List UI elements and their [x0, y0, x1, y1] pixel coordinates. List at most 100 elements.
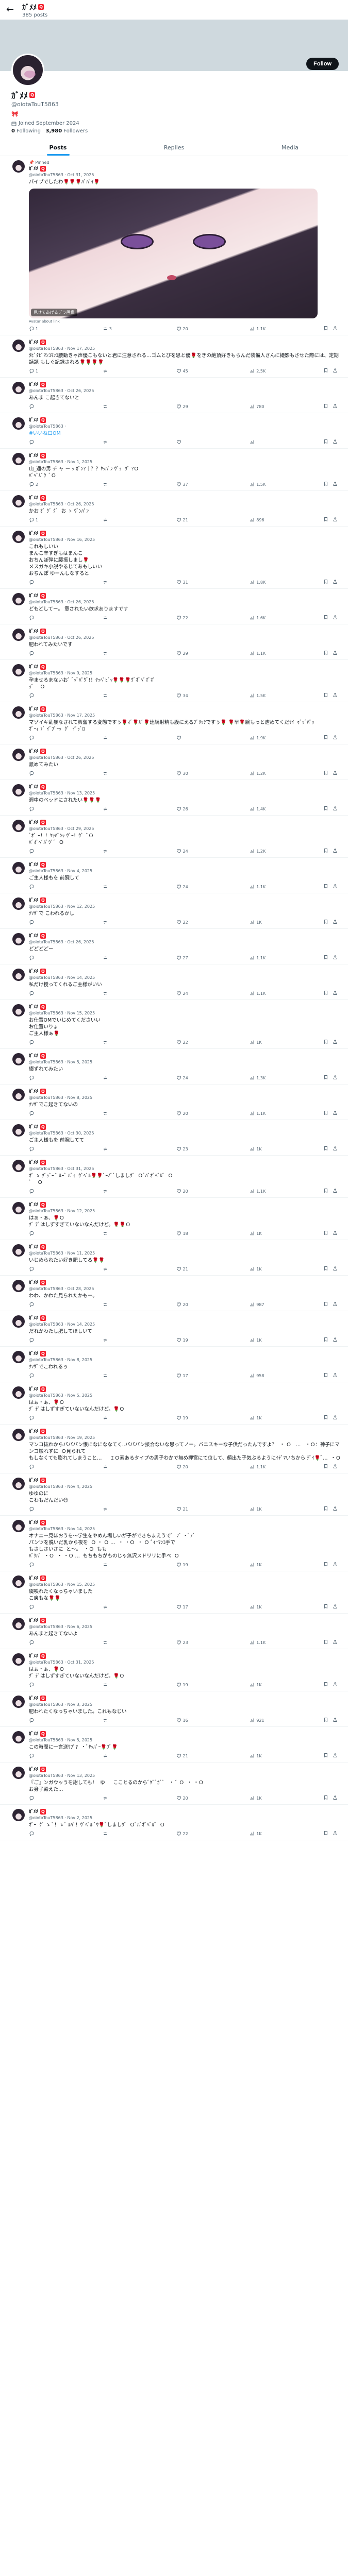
bookmark-button[interactable] [323, 1717, 328, 1723]
post-author[interactable]: ｶﾞﾒﾒ Q [29, 1089, 341, 1095]
repost-button[interactable] [103, 1640, 128, 1645]
post[interactable]: ｶﾞﾒﾒ Q @oiotaTouT5863 · Oct 28, 2025 わわ、かわ… [0, 1276, 348, 1311]
post[interactable]: ｶﾞﾒﾒ Q @oiotaTouT5863 · Oct 31, 2025 ｵﾞ ゝ … [0, 1156, 348, 1198]
bookmark-button[interactable] [323, 1188, 328, 1194]
like-button[interactable]: 26 [176, 806, 202, 811]
avatar[interactable] [12, 706, 25, 719]
reply-button[interactable]: 1 [29, 517, 55, 522]
reply-button[interactable] [29, 1506, 55, 1512]
share-button[interactable] [333, 806, 338, 812]
bookmark-button[interactable] [323, 955, 328, 961]
like-button[interactable]: 20 [176, 1464, 202, 1469]
views-button[interactable]: 1K [250, 1831, 275, 1836]
post[interactable]: ｶﾞﾒﾒ Q @oiotaTouT5863 · Nov 14, 2025 オナニー見… [0, 1516, 348, 1571]
bookmark-button[interactable] [323, 1831, 328, 1837]
like-button[interactable]: 31 [176, 580, 202, 585]
reply-button[interactable] [29, 1266, 55, 1272]
reply-button[interactable] [29, 920, 55, 925]
views-button[interactable]: 1.9K [250, 735, 275, 740]
post[interactable]: ｶﾞﾒﾒ Q @oiotaTouT5863 · Nov 8, 2025 ｸｿｻﾞでこ… [0, 1084, 348, 1120]
post-author[interactable]: ｶﾞﾒﾒ Q [29, 1244, 341, 1250]
repost-button[interactable] [103, 1040, 128, 1045]
reply-button[interactable] [29, 1075, 55, 1080]
views-button[interactable]: 1.4K [250, 806, 275, 811]
post-author[interactable]: ｶﾞﾒﾒ Q [29, 933, 341, 939]
reply-button[interactable] [29, 1464, 55, 1469]
views-button[interactable]: 1K [250, 1040, 275, 1045]
repost-button[interactable] [103, 1464, 128, 1469]
repost-button[interactable] [103, 920, 128, 925]
reply-button[interactable] [29, 1146, 55, 1151]
bookmark-button[interactable] [323, 1415, 328, 1421]
post[interactable]: ｶﾞﾒﾒ Q @oiotaTouT5863 · Nov 4, 2025 ゆゆのに こ… [0, 1473, 348, 1516]
bookmark-button[interactable] [323, 848, 328, 854]
share-button[interactable] [333, 1372, 338, 1379]
like-button[interactable]: 16 [176, 1718, 202, 1723]
share-button[interactable] [333, 1039, 338, 1045]
share-button[interactable] [333, 1301, 338, 1308]
repost-button[interactable] [103, 1075, 128, 1080]
avatar[interactable] [12, 1429, 25, 1441]
back-arrow-icon[interactable]: ← [6, 5, 14, 14]
post-text[interactable]: #いいね口OM [29, 430, 341, 437]
post-author[interactable]: ｶﾞﾒﾒ Q [29, 1478, 341, 1484]
like-button[interactable]: 22 [176, 615, 202, 620]
avatar[interactable] [12, 1386, 25, 1399]
post-author[interactable]: ｶﾞﾒﾒ Q [29, 1315, 341, 1321]
avatar[interactable] [12, 969, 25, 981]
bookmark-button[interactable] [323, 368, 328, 374]
post[interactable]: ｶﾞﾒﾒ Q @oiotaTouT5863 · Nov 5, 2025 はぁ・ぁ、🌹… [0, 1382, 348, 1425]
share-button[interactable] [333, 848, 338, 854]
repost-button[interactable] [103, 849, 128, 854]
views-button[interactable]: 1K [250, 1146, 275, 1151]
bookmark-button[interactable] [323, 1464, 328, 1470]
avatar[interactable] [12, 1618, 25, 1630]
bookmark-button[interactable] [323, 517, 328, 523]
views-button[interactable]: 2.5K [250, 368, 275, 374]
post-author[interactable]: ｶﾞﾒﾒ Q [29, 1731, 341, 1737]
post[interactable]: ｶﾞﾒﾒ Q @oiotaTouT5863 · Nov 5, 2025 この時間に一… [0, 1727, 348, 1762]
like-button[interactable]: 21 [176, 1266, 202, 1272]
avatar[interactable] [12, 1731, 25, 1743]
post-author[interactable]: ｶﾞﾒﾒ Q [29, 1386, 341, 1393]
share-button[interactable] [333, 439, 338, 445]
bookmark-button[interactable] [323, 615, 328, 621]
post[interactable]: ｶﾞﾒﾒ Q @oiotaTouT5863 · Nov 16, 2025 これもしい… [0, 527, 348, 589]
post-author[interactable]: ｶﾞﾒﾒ Q [29, 1202, 341, 1208]
post-author[interactable]: ｶﾞﾒﾒ Q [29, 1767, 341, 1773]
like-button[interactable]: 20 [176, 1795, 202, 1801]
share-button[interactable] [333, 1831, 338, 1837]
share-button[interactable] [333, 1266, 338, 1272]
like-button[interactable]: 17 [176, 1373, 202, 1378]
post-author[interactable]: ｶﾞﾒﾒ Q [29, 969, 341, 975]
avatar[interactable] [12, 784, 25, 796]
bookmark-button[interactable] [323, 1506, 328, 1512]
bookmark-button[interactable] [323, 481, 328, 487]
reply-button[interactable] [29, 955, 55, 960]
post-author[interactable]: ｶﾞﾒﾒ Q [29, 1053, 341, 1059]
avatar[interactable] [12, 1575, 25, 1588]
reply-button[interactable] [29, 1718, 55, 1723]
like-button[interactable]: 34 [176, 693, 202, 698]
reply-button[interactable] [29, 1040, 55, 1045]
like-button[interactable]: 24 [176, 884, 202, 889]
views-button[interactable]: 921 [250, 1718, 275, 1723]
post-author[interactable]: ｶﾞﾒﾒ Q [29, 1809, 341, 1815]
post-author[interactable]: ｶﾞﾒﾒ Q [29, 664, 341, 670]
bookmark-button[interactable] [323, 403, 328, 410]
bookmark-button[interactable] [323, 326, 328, 332]
views-button[interactable]: 1K [250, 1266, 275, 1272]
repost-button[interactable] [103, 1189, 128, 1194]
post[interactable]: ｶﾞﾒﾒ Q @oiotaTouT5863 · Nov 9, 2025 孕ませるまな… [0, 660, 348, 702]
like-button[interactable]: 20 [176, 1111, 202, 1116]
share-button[interactable] [333, 579, 338, 585]
post-author[interactable]: ｶﾞﾒﾒ Q [29, 531, 341, 537]
reply-button[interactable] [29, 1604, 55, 1609]
share-button[interactable] [333, 1337, 338, 1343]
post[interactable]: ｶﾞﾒﾒ Q @oiotaTouT5863 · Oct 26, 2025 かお ｵﾞ… [0, 491, 348, 527]
repost-button[interactable] [103, 1795, 128, 1801]
bookmark-button[interactable] [323, 1795, 328, 1801]
bookmark-button[interactable] [323, 1562, 328, 1568]
repost-button[interactable] [103, 1231, 128, 1236]
like-button[interactable]: 24 [176, 1075, 202, 1080]
